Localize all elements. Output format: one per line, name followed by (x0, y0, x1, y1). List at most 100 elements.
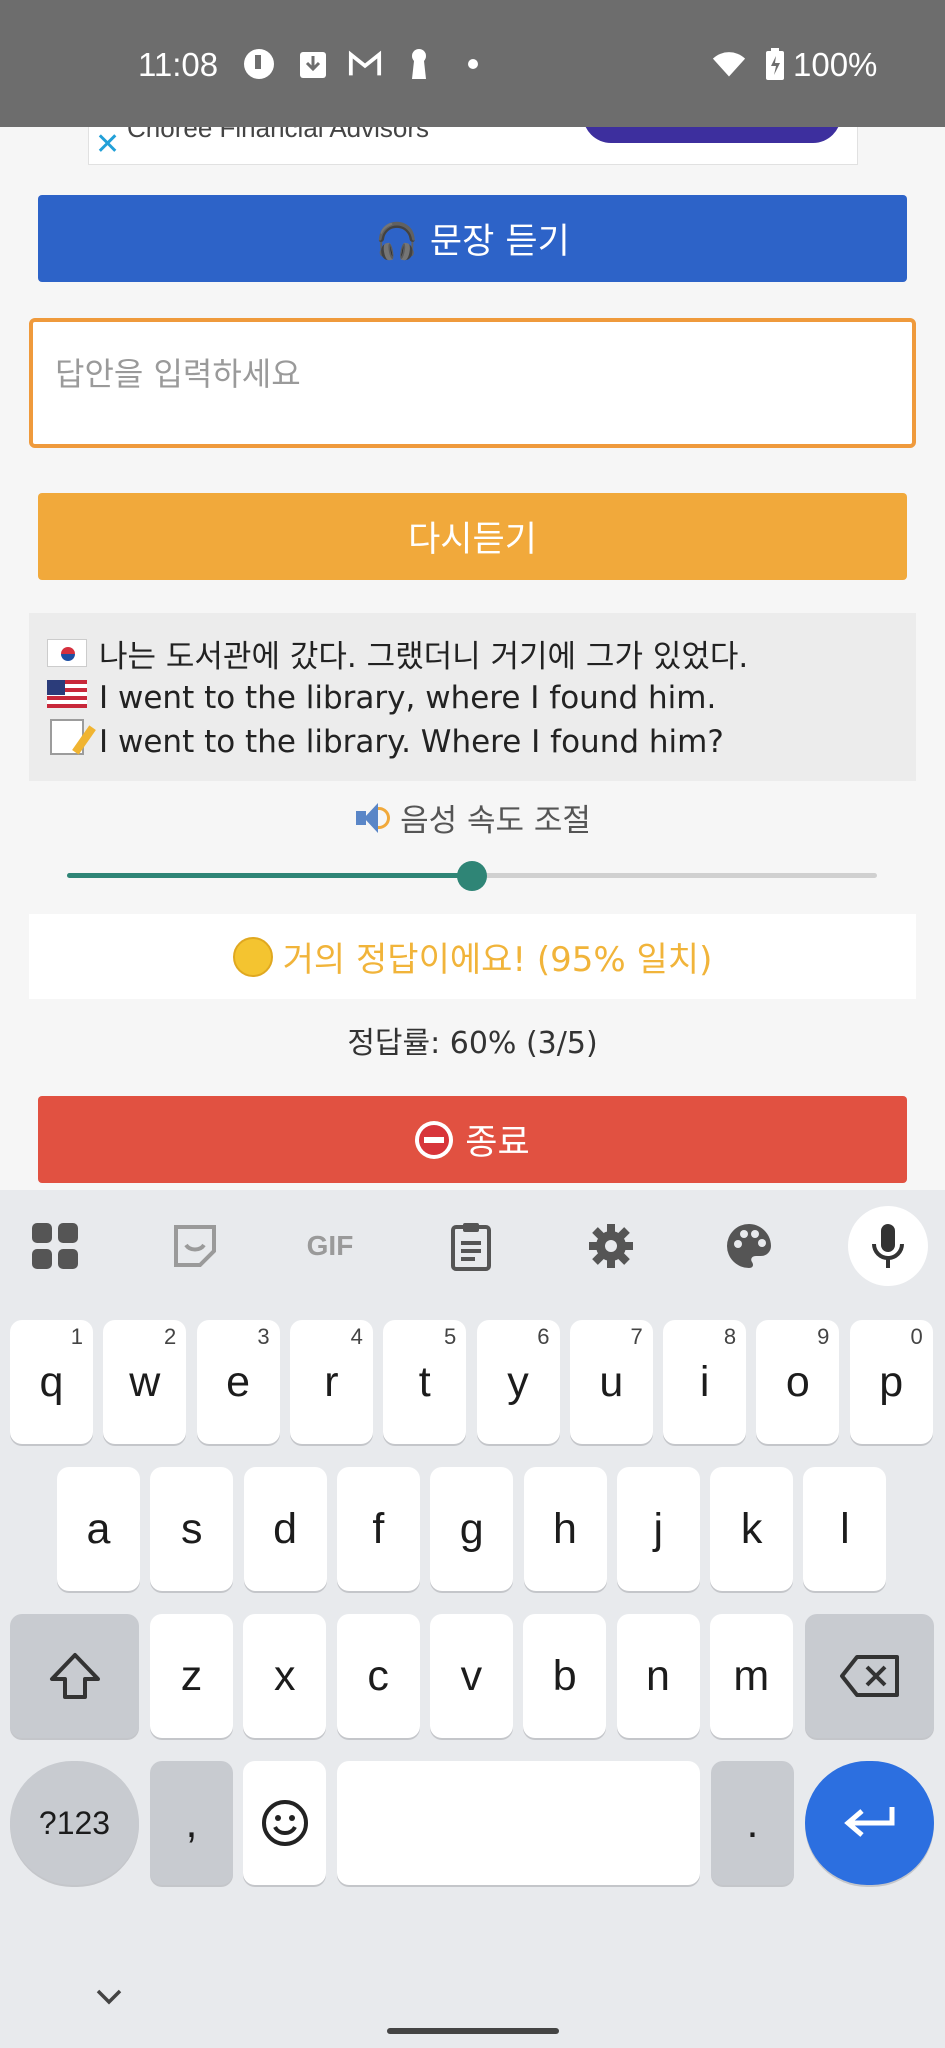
key-o[interactable]: o9 (756, 1320, 840, 1444)
backspace-key[interactable] (805, 1614, 934, 1738)
theme-palette-icon[interactable] (721, 1218, 777, 1274)
key-m[interactable]: m (709, 1614, 793, 1738)
key-h[interactable]: h (523, 1467, 607, 1591)
key-label: w (129, 1357, 161, 1406)
microphone-icon[interactable] (848, 1206, 928, 1286)
key-label: b (552, 1651, 577, 1700)
key-c[interactable]: c (336, 1614, 420, 1738)
key-i[interactable]: i8 (663, 1320, 747, 1444)
speed-label: 음성 속도 조절 (0, 795, 945, 840)
key-l[interactable]: l (803, 1467, 887, 1591)
accuracy-text: 정답률: 60% (3/5) (347, 1026, 598, 1061)
key-label: k (740, 1504, 763, 1553)
speed-label-text: 음성 속도 조절 (400, 803, 591, 839)
key-hint: 5 (443, 1324, 457, 1349)
period-key[interactable]: . (711, 1761, 794, 1885)
listen-button-label: 🎧 문장 듣기 (375, 222, 570, 262)
user-answer-text: I went to the library. Where I found him… (99, 724, 724, 760)
key-hint: 2 (164, 1324, 177, 1349)
key-x[interactable]: x (243, 1614, 327, 1738)
key-label: y (507, 1357, 529, 1406)
status-time: 11:08 (138, 46, 219, 83)
ad-text[interactable]: Choree Financial Advisors (127, 127, 429, 144)
gif-icon[interactable]: GIF (302, 1218, 358, 1274)
battery-percent: 100% (793, 46, 878, 83)
result-message: 거의 정답이에요! (95% 일치) (29, 914, 916, 999)
key-b[interactable]: b (523, 1614, 607, 1738)
key-j[interactable]: j (616, 1467, 700, 1591)
korean-sentence: 나는 도서관에 갔다. 그랬더니 거기에 그가 있었다. (99, 639, 749, 675)
replay-button-label: 다시듣기 (408, 520, 537, 560)
settings-gear-icon[interactable] (583, 1218, 639, 1274)
shift-arrow-icon (49, 1653, 100, 1699)
key-hint: 1 (70, 1324, 83, 1349)
hide-keyboard-chevron-icon[interactable] (95, 1975, 123, 2015)
comma-key[interactable]: , (150, 1761, 233, 1885)
key-t[interactable]: t5 (383, 1320, 467, 1444)
sentence-panel: 나는 도서관에 갔다. 그랬더니 거기에 그가 있었다. I went to t… (29, 613, 916, 781)
ad-cta-button[interactable] (583, 127, 841, 143)
key-f[interactable]: f (336, 1467, 420, 1591)
gesture-nav-bar[interactable] (387, 2028, 559, 2034)
sticker-icon[interactable] (167, 1218, 223, 1274)
apps-grid-icon[interactable] (27, 1218, 83, 1274)
key-u[interactable]: u7 (569, 1320, 653, 1444)
space-key[interactable] (337, 1761, 700, 1885)
key-d[interactable]: d (243, 1467, 327, 1591)
key-z[interactable]: z (150, 1614, 233, 1738)
key-n[interactable]: n (616, 1614, 700, 1738)
key-label: c (367, 1651, 389, 1700)
key-hint: 8 (723, 1324, 737, 1349)
key-label: f (372, 1504, 385, 1553)
shift-key[interactable] (10, 1614, 139, 1738)
download-notification-icon (296, 47, 330, 81)
slider-fill (67, 873, 472, 878)
key-label: t (418, 1357, 431, 1406)
key-a[interactable]: a (57, 1467, 140, 1591)
key-v[interactable]: v (429, 1614, 513, 1738)
answer-field[interactable] (29, 318, 916, 448)
key-label: p (879, 1357, 904, 1406)
backspace-icon (839, 1655, 899, 1697)
key-label: v (460, 1651, 483, 1700)
answer-input[interactable] (33, 344, 912, 404)
battery-charging-icon (758, 47, 792, 81)
key-e[interactable]: e3 (196, 1320, 280, 1444)
emoji-key[interactable] (243, 1761, 326, 1885)
key-label: a (86, 1504, 111, 1553)
slider-thumb[interactable] (457, 861, 487, 891)
no-entry-icon (415, 1120, 454, 1159)
key-label: s (181, 1504, 203, 1553)
gmail-icon (348, 47, 382, 81)
symbols-key[interactable]: ?123 (10, 1761, 139, 1885)
key-p[interactable]: p0 (849, 1320, 933, 1444)
quit-button[interactable]: 종료 (38, 1096, 907, 1183)
replay-button[interactable]: 다시듣기 (38, 493, 907, 580)
listen-sentence-button[interactable]: 🎧 문장 듣기 (38, 195, 907, 282)
speed-slider[interactable] (67, 860, 877, 891)
key-label: l (840, 1504, 850, 1553)
clipboard-icon[interactable] (443, 1218, 499, 1274)
key-k[interactable]: k (710, 1467, 794, 1591)
english-sentence: I went to the library, where I found him… (99, 680, 717, 716)
enter-key[interactable] (805, 1761, 934, 1885)
user-answer-row: I went to the library. Where I found him… (47, 719, 916, 766)
key-w[interactable]: w2 (103, 1320, 187, 1444)
app-notification-icon (242, 47, 276, 81)
english-sentence-row: I went to the library, where I found him… (47, 678, 916, 719)
enter-arrow-icon (843, 1807, 894, 1837)
key-label: d (273, 1504, 298, 1553)
key-r[interactable]: r4 (289, 1320, 373, 1444)
key-g[interactable]: g (430, 1467, 514, 1591)
close-icon[interactable]: ✕ (95, 129, 120, 161)
key-q[interactable]: q1 (10, 1320, 93, 1444)
key-label: q (39, 1357, 64, 1406)
key-s[interactable]: s (150, 1467, 234, 1591)
ad-banner[interactable]: Choree Financial Advisors ✕ (88, 127, 858, 165)
key-label: o (785, 1357, 810, 1406)
key-label: u (599, 1357, 624, 1406)
key-y[interactable]: y6 (476, 1320, 560, 1444)
key-label: i (699, 1357, 710, 1406)
key-hint: 0 (910, 1324, 923, 1349)
status-bar: 11:08 100% (0, 0, 945, 127)
